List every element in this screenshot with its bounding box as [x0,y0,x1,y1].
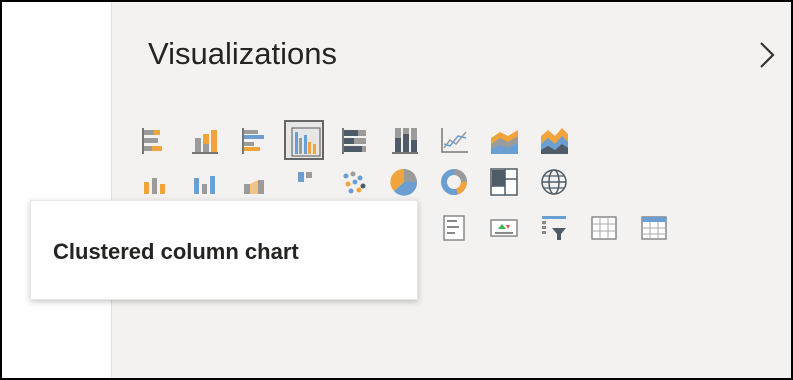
waterfall-chart-icon[interactable] [284,162,324,202]
area-chart-icon[interactable] [484,120,524,160]
visualizations-pane: Visualizations [111,2,791,378]
slicer-icon[interactable] [534,208,574,248]
ribbon-chart-icon[interactable] [234,162,274,202]
multi-row-card-icon[interactable] [434,208,474,248]
stacked-column-chart-icon[interactable] [184,120,224,160]
stacked-bar-chart-icon[interactable] [134,120,174,160]
left-canvas-area [2,2,111,378]
100-stacked-column-chart-icon[interactable] [384,120,424,160]
matrix-icon[interactable] [634,208,674,248]
tooltip-text: Clustered column chart [53,239,299,264]
line-chart-icon[interactable] [434,120,474,160]
treemap-icon[interactable] [484,162,524,202]
screenshot-frame: Visualizations Clustered column chart [0,0,793,380]
line-stacked-column-chart-icon[interactable] [134,162,174,202]
pie-chart-icon[interactable] [384,162,424,202]
table-icon[interactable] [584,208,624,248]
chevron-right-icon[interactable] [756,40,778,70]
tooltip: Clustered column chart [30,200,418,300]
donut-chart-icon[interactable] [434,162,474,202]
stacked-area-chart-icon[interactable] [534,120,574,160]
pane-title: Visualizations [148,36,337,71]
kpi-icon[interactable] [484,208,524,248]
clustered-bar-chart-icon[interactable] [234,120,274,160]
line-clustered-column-chart-icon[interactable] [184,162,224,202]
clustered-column-chart-icon[interactable] [284,120,324,160]
100-stacked-bar-chart-icon[interactable] [334,120,374,160]
scatter-chart-icon[interactable] [334,162,374,202]
globe-map-icon[interactable] [534,162,574,202]
